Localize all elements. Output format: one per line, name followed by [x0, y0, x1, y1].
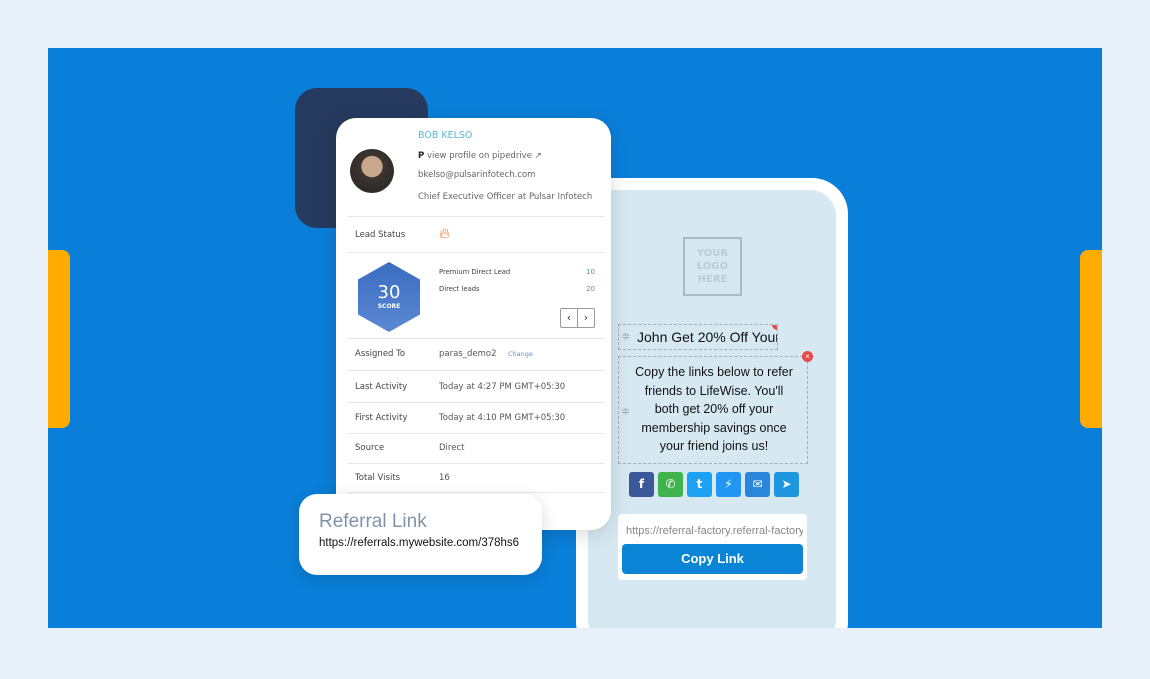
- lead-name: BOB KELSO: [418, 130, 473, 141]
- lead-email: bkelso@pulsarinfotech.com: [418, 170, 536, 180]
- source-row: Source Direct: [348, 433, 604, 463]
- score-item-label: Premium Direct Lead: [439, 268, 511, 276]
- last-activity-row: Last Activity Today at 4:27 PM GMT+05:30: [348, 370, 604, 402]
- assigned-row: Assigned To paras_demo2 Change: [348, 338, 604, 370]
- accent-bar-right: [1080, 250, 1102, 428]
- total-visits-row: Total Visits 16: [348, 463, 604, 493]
- chevron-left-icon[interactable]: ‹: [561, 309, 578, 327]
- lead-status-row: Lead Status 🔥︎: [348, 216, 604, 252]
- pipedrive-link-text: view profile on pipedrive: [426, 151, 532, 161]
- row-value: Today at 4:27 PM GMT+05:30: [439, 382, 566, 392]
- twitter-icon[interactable]: t: [687, 472, 712, 497]
- score-item-label: Direct leads: [439, 285, 480, 293]
- message-text: Copy the links below to refer friends to…: [635, 365, 793, 453]
- accent-bar-left: [48, 250, 70, 428]
- row-label: Source: [355, 443, 385, 453]
- email-icon[interactable]: ✉: [745, 472, 770, 497]
- lead-status-label: Lead Status: [355, 230, 406, 240]
- drag-handle-icon[interactable]: ≑: [621, 403, 630, 422]
- score-pagination: ‹ ›: [560, 308, 595, 328]
- share-buttons: f ✆ t ⚡ ✉ ➤: [629, 472, 799, 497]
- phone-mockup: YOUR LOGO HERE ≑ John Get 20% Off Your M…: [576, 178, 848, 628]
- fire-icon: 🔥︎: [439, 224, 451, 242]
- external-link-icon: ↗: [534, 151, 542, 161]
- row-value: paras_demo2: [439, 349, 497, 359]
- message-block[interactable]: ≑ Copy the links below to refer friends …: [618, 351, 813, 464]
- referral-link-title: Referral Link: [319, 511, 427, 532]
- referral-link-input[interactable]: https://referral-factory.referral-factor…: [622, 518, 803, 544]
- row-label: Total Visits: [355, 473, 401, 483]
- change-link[interactable]: Change: [508, 350, 533, 358]
- phone-screen: YOUR LOGO HERE ≑ John Get 20% Off Your M…: [588, 190, 836, 628]
- row-value: Today at 4:10 PM GMT+05:30: [439, 413, 566, 423]
- facebook-icon[interactable]: f: [629, 472, 654, 497]
- referral-link-box: https://referral-factory.referral-factor…: [618, 514, 807, 580]
- logo-placeholder: YOUR LOGO HERE: [683, 237, 742, 296]
- row-label: Assigned To: [355, 349, 406, 359]
- page-background: YOUR LOGO HERE ≑ John Get 20% Off Your M…: [0, 0, 1150, 679]
- lead-job-title: Chief Executive Officer at Pulsar Infote…: [418, 192, 593, 202]
- row-value: Direct: [439, 443, 465, 453]
- row-value: 16: [439, 473, 450, 483]
- lead-card: BOB KELSO P view profile on pipedrive ↗ …: [336, 118, 611, 530]
- headline-block[interactable]: ≑ John Get 20% Off Your Membership ×: [618, 324, 778, 350]
- score-label: SCORE: [377, 303, 401, 310]
- pipedrive-icon: P: [418, 151, 425, 161]
- telegram-icon[interactable]: ➤: [774, 472, 799, 497]
- remove-icon[interactable]: ×: [802, 351, 813, 362]
- messenger-icon[interactable]: ⚡: [716, 472, 741, 497]
- first-activity-row: First Activity Today at 4:10 PM GMT+05:3…: [348, 402, 604, 433]
- score-item-value: 20: [586, 285, 595, 293]
- headline-text: John Get 20% Off Your Membership: [637, 329, 778, 345]
- hero-panel: YOUR LOGO HERE ≑ John Get 20% Off Your M…: [48, 48, 1102, 628]
- copy-link-button[interactable]: Copy Link: [622, 544, 803, 574]
- pipedrive-link[interactable]: P view profile on pipedrive ↗: [418, 151, 542, 161]
- row-label: Last Activity: [355, 382, 408, 392]
- drag-handle-icon[interactable]: ≑: [621, 330, 630, 343]
- chevron-right-icon[interactable]: ›: [578, 309, 594, 327]
- referral-link-card: Referral Link https://referrals.mywebsit…: [299, 494, 542, 575]
- avatar: [350, 149, 394, 193]
- score-item-value: 10: [586, 268, 595, 276]
- whatsapp-icon[interactable]: ✆: [658, 472, 683, 497]
- row-label: First Activity: [355, 413, 408, 423]
- referral-link-url[interactable]: https://referrals.mywebsite.com/378hs6: [319, 537, 522, 549]
